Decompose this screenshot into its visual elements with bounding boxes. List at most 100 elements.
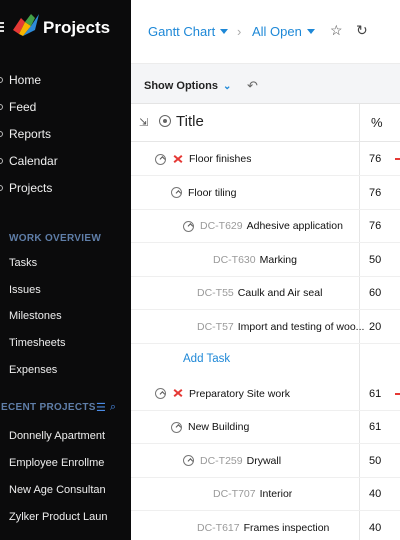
task-title[interactable]: Preparatory Site work — [189, 388, 290, 400]
task-title[interactable]: Caulk and Air seal — [238, 287, 323, 299]
nav-item-home[interactable]: Home — [0, 66, 131, 93]
table-row[interactable]: Preparatory Site work 61 — [131, 377, 400, 411]
nav-item-projects[interactable]: Projects — [0, 174, 131, 201]
task-percent: 61 — [369, 387, 382, 400]
task-title[interactable]: Interior — [260, 488, 293, 500]
task-title[interactable]: Frames inspection — [244, 522, 330, 534]
percent-column-header: % — [371, 115, 383, 130]
task-title-cell: DC-T629 Adhesive application — [183, 209, 343, 243]
sidebar-item-issues[interactable]: Issues — [0, 277, 131, 304]
gantt-bar-marker — [395, 392, 400, 395]
task-title-cell: DC-T630 Marking — [213, 243, 297, 277]
view-dropdown[interactable]: Gantt Chart — [148, 24, 229, 39]
collapse-toggle-icon[interactable] — [155, 388, 166, 399]
task-id[interactable]: DC-T617 — [197, 522, 240, 534]
show-options-button[interactable]: Show Options ⌄ — [144, 80, 231, 92]
collapse-toggle-icon[interactable] — [155, 153, 166, 165]
nav-item-reports[interactable]: Reports — [0, 120, 131, 147]
milestone-icon — [172, 388, 183, 399]
task-id[interactable]: DC-T629 — [200, 220, 243, 232]
sidebar-item-tasks[interactable]: Tasks — [0, 250, 131, 277]
task-id[interactable]: DC-T259 — [200, 455, 243, 467]
nav-item-label: Projects — [9, 180, 53, 195]
sidebar-item-expenses[interactable]: Expenses — [0, 356, 131, 383]
table-row[interactable]: DC-T629 Adhesive application 76 — [131, 209, 400, 243]
task-title[interactable]: Floor tiling — [188, 187, 236, 199]
milestone-icon — [172, 154, 183, 165]
recent-project-item[interactable]: Donnelly Apartment — [0, 422, 124, 449]
sidebar-item-milestones[interactable]: Milestones — [0, 303, 131, 330]
table-row[interactable]: DC-T630 Marking 50 — [131, 243, 400, 277]
recent-projects-heading: ECENT PROJECTS — [1, 402, 96, 413]
task-title[interactable]: Import and testing of woo... — [238, 321, 365, 333]
recent-project-item[interactable]: Zylker Product Laun — [0, 503, 124, 530]
reports-icon — [0, 130, 3, 137]
search-icon[interactable]: ⌕ — [110, 401, 116, 414]
chevron-down-icon — [306, 29, 315, 34]
task-percent: 50 — [369, 253, 382, 266]
projects-logo-icon — [13, 14, 39, 36]
task-percent: 40 — [369, 488, 382, 500]
collapse-toggle-icon[interactable] — [171, 421, 182, 433]
task-percent: 40 — [369, 521, 382, 534]
task-title[interactable]: New Building — [188, 421, 249, 433]
chevron-right-icon: › — [237, 24, 242, 39]
filter-icon[interactable]: ☰ — [96, 401, 106, 414]
refresh-icon[interactable]: ↻ — [356, 22, 368, 39]
task-percent: 76 — [369, 186, 382, 199]
home-icon — [0, 76, 3, 83]
collapse-toggle-icon[interactable] — [183, 455, 194, 466]
nav-item-feed[interactable]: Feed — [0, 93, 131, 120]
task-table: ⇲ Title % Floor finishes 76 Floor tiling 76… — [131, 104, 400, 540]
undo-icon[interactable]: ↶ — [247, 78, 258, 94]
chevron-down-icon — [220, 29, 229, 34]
task-id[interactable]: DC-T630 — [213, 254, 256, 266]
view-dropdown-label: Gantt Chart — [148, 24, 216, 39]
table-row[interactable]: Floor tiling 76 — [131, 176, 400, 210]
select-all-icon[interactable] — [159, 115, 171, 127]
show-options-label: Show Options — [144, 80, 218, 92]
recent-project-item[interactable]: Employee Enrollme — [0, 449, 124, 476]
task-title-cell: DC-T57 Import and testing of woo... — [197, 310, 364, 344]
expand-all-icon[interactable]: ⇲ — [139, 116, 148, 129]
filter-dropdown-label: All Open — [252, 24, 302, 39]
task-title[interactable]: Floor finishes — [189, 153, 251, 165]
task-title[interactable]: Drywall — [247, 455, 281, 467]
table-row[interactable]: DC-T55 Caulk and Air seal 60 — [131, 276, 400, 310]
nav-item-calendar[interactable]: Calendar — [0, 147, 131, 174]
task-id[interactable]: DC-T707 — [213, 488, 256, 500]
projects-icon — [0, 184, 3, 191]
star-icon[interactable]: ☆ — [330, 22, 343, 39]
gantt-bar-marker — [395, 158, 400, 160]
menu-icon[interactable] — [0, 22, 4, 32]
task-title-cell: DC-T707 Interior — [213, 477, 292, 511]
filter-dropdown[interactable]: All Open — [252, 24, 315, 39]
nav-item-label: Feed — [9, 99, 37, 114]
task-id[interactable]: DC-T57 — [197, 321, 234, 333]
table-row[interactable]: DC-T57 Import and testing of woo... 20 — [131, 310, 400, 344]
task-percent: 20 — [369, 320, 382, 333]
sidebar: Projects Home Feed Reports Calendar Proj… — [0, 0, 131, 540]
recent-project-item[interactable]: New Age Consultan — [0, 476, 124, 503]
task-percent: 60 — [369, 287, 382, 299]
task-title-cell: New Building — [171, 410, 249, 444]
nav-item-label: Home — [9, 72, 42, 87]
task-title[interactable]: Marking — [260, 254, 297, 266]
table-row[interactable]: New Building 61 — [131, 410, 400, 444]
task-title-cell: Floor finishes — [155, 142, 251, 176]
task-percent: 76 — [369, 220, 382, 232]
table-row[interactable]: DC-T617 Frames inspection 40 — [131, 511, 400, 540]
task-id[interactable]: DC-T55 — [197, 287, 234, 299]
nav-item-label: Reports — [9, 126, 52, 141]
task-title[interactable]: Adhesive application — [247, 220, 343, 232]
add-task-link[interactable]: Add Task — [183, 353, 230, 365]
table-row[interactable]: DC-T707 Interior 40 — [131, 477, 400, 511]
collapse-toggle-icon[interactable] — [171, 187, 182, 198]
recent-tools: ☰ ⌕ — [96, 401, 116, 414]
collapse-toggle-icon[interactable] — [183, 220, 194, 232]
table-row[interactable]: DC-T259 Drywall 50 — [131, 444, 400, 478]
table-row[interactable]: Floor finishes 76 — [131, 142, 400, 176]
task-title-cell: DC-T55 Caulk and Air seal — [197, 276, 322, 310]
task-percent: 76 — [369, 153, 382, 165]
sidebar-item-timesheets[interactable]: Timesheets — [0, 330, 131, 357]
